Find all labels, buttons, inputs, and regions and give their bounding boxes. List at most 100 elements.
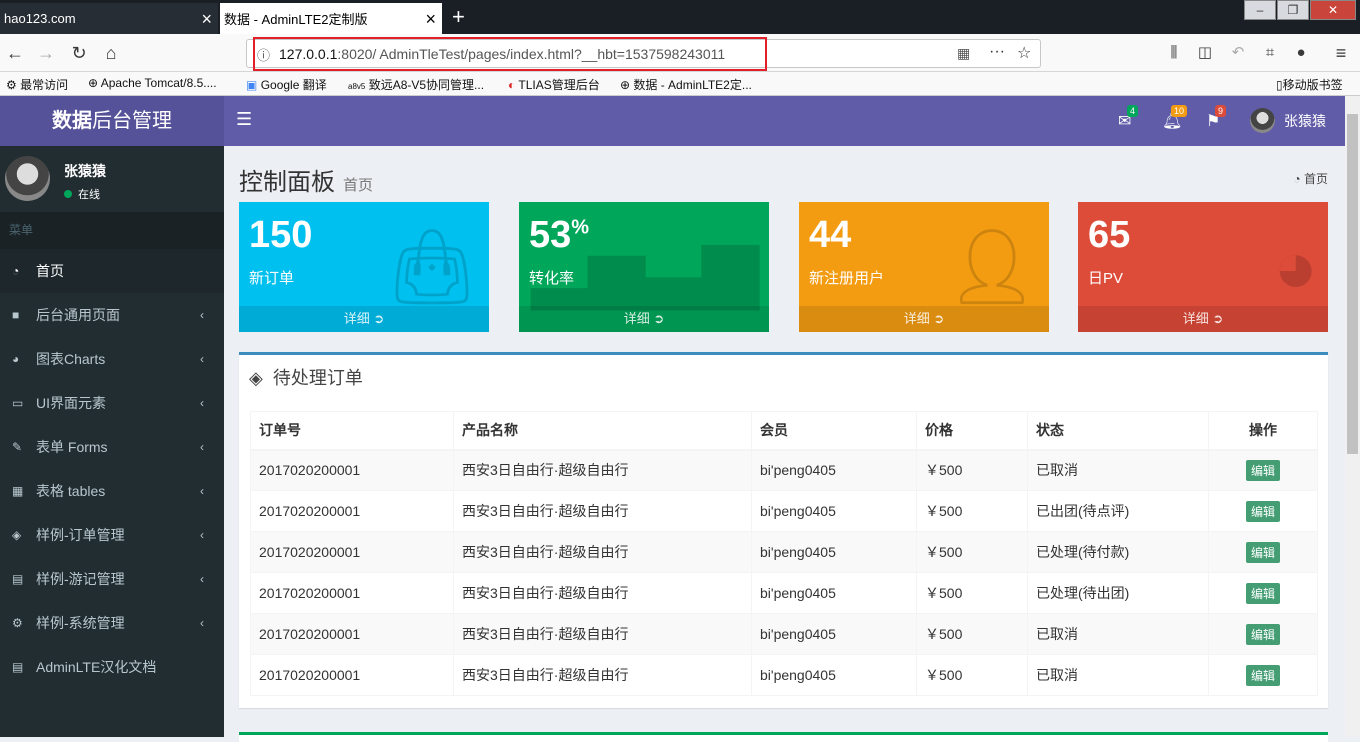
edit-button[interactable]: 编辑	[1245, 623, 1280, 645]
mail-icon[interactable]: ✉ 4	[1118, 105, 1139, 131]
table-cell: bi'peng0405	[751, 572, 917, 614]
chevron-left-icon: ‹	[200, 396, 204, 410]
more-icon[interactable]: ···	[989, 43, 1005, 61]
crop-icon[interactable]: ⌗	[1257, 40, 1283, 66]
laptop-icon: ▭	[12, 396, 24, 410]
home-icon[interactable]: ⌂	[98, 40, 124, 66]
sidebar-icon[interactable]: ◫	[1192, 40, 1218, 66]
chat-icon[interactable]: ●	[1288, 40, 1314, 66]
sidebar-item-common-pages[interactable]: ■ 后台通用页面 ‹	[0, 293, 224, 337]
table-cell: 已处理(待出团)	[1027, 572, 1209, 614]
action-cell: 编辑	[1208, 449, 1318, 491]
chevron-left-icon: ‹	[200, 572, 204, 586]
more-info-link[interactable]: 详细 ➲	[239, 306, 489, 332]
breadcrumb[interactable]: ◔ 首页	[1293, 170, 1328, 187]
mobile-bookmarks[interactable]: ▯移动版书签	[1276, 76, 1343, 93]
stat-label: 日PV	[1088, 270, 1124, 287]
book-icon: ▤	[12, 572, 24, 586]
flag-icon[interactable]: ⚑ 9	[1206, 105, 1227, 131]
table-cell: bi'peng0405	[751, 449, 917, 491]
page-title: 控制面板 首页	[239, 169, 374, 196]
more-info-link[interactable]: 详细 ➲	[1078, 306, 1328, 332]
folder-icon: ■	[12, 308, 20, 322]
maximize-button[interactable]: ❐	[1277, 0, 1309, 20]
bell-icon[interactable]: 🔔︎ 10	[1162, 105, 1188, 131]
bookmark-item[interactable]: ⚙ 最常访问	[6, 76, 68, 93]
edit-button[interactable]: 编辑	[1245, 500, 1280, 522]
sidebar-item-ui[interactable]: ▭ UI界面元素 ‹	[0, 381, 224, 425]
chevron-left-icon: ‹	[200, 308, 204, 322]
bell-badge: 10	[1171, 105, 1188, 117]
table-cell: ￥500	[916, 490, 1028, 532]
bookmark-item[interactable]: ⊕ Apache Tomcat/8.5....	[88, 76, 217, 90]
page-scrollbar[interactable]	[1345, 96, 1360, 737]
table-cell: 已处理(待付款)	[1027, 531, 1209, 573]
minimize-button[interactable]: –	[1244, 0, 1276, 20]
table-cell: 2017020200001	[250, 490, 454, 532]
tab-label: 数据 - AdminLTE2定制版	[224, 12, 368, 27]
bookmark-item[interactable]: a8v5 致远A8-V5协同管理...	[348, 76, 484, 93]
avatar	[5, 156, 50, 201]
back-icon[interactable]: ←	[2, 40, 28, 66]
edit-button[interactable]: 编辑	[1245, 582, 1280, 604]
chevron-left-icon: ‹	[200, 528, 204, 542]
sidebar-user-name: 张猿猿	[64, 163, 106, 179]
user-menu[interactable]: 张猿猿	[1250, 108, 1326, 133]
scrollbar-thumb[interactable]	[1347, 114, 1358, 454]
table-row: 2017020200001 西安3日自由行·超级自由行 bi'peng0405 ￥50…	[250, 654, 1318, 696]
bookmark-item[interactable]: ⊕ 数据 - AdminLTE2定...	[620, 76, 752, 93]
close-icon[interactable]: ×	[425, 10, 436, 28]
undo-icon[interactable]: ↶	[1225, 40, 1251, 66]
content-area: 控制面板 首页 ◔ 首页 150 新订单 👜︎ 详细 ➲ 53% 转化率 ▂▅▃▆…	[224, 146, 1345, 742]
browser-navbar: ← → ↻ ⌂ ⓘ 127.0.0.1:8020/ AdminTleTest/p…	[0, 34, 1360, 72]
app-logo[interactable]: 数据后台管理	[0, 96, 224, 146]
close-window-button[interactable]: ✕	[1310, 0, 1356, 20]
close-icon[interactable]: ×	[201, 10, 212, 28]
table-cell: bi'peng0405	[751, 613, 917, 655]
browser-tab-hao123[interactable]: hao123.com ×	[0, 3, 218, 34]
qr-code-icon[interactable]: ▦	[957, 45, 970, 62]
sidebar-item-forms[interactable]: ✎ 表单 Forms ‹	[0, 425, 224, 469]
sidebar-toggle-icon[interactable]: ☰	[236, 109, 252, 130]
browser-tab-admin[interactable]: 数据 - AdminLTE2定制版 ×	[220, 3, 442, 34]
stat-value: 150	[249, 214, 313, 256]
sidebar-item-orders[interactable]: ◈ 样例-订单管理 ‹	[0, 513, 224, 557]
table-cell: 已取消	[1027, 613, 1209, 655]
status-dot-icon	[64, 190, 72, 198]
sidebar-item-home[interactable]: ◔ 首页	[0, 249, 224, 293]
address-bar[interactable]: ⓘ 127.0.0.1:8020/ AdminTleTest/pages/ind…	[246, 37, 1041, 71]
reload-icon[interactable]: ↻	[66, 40, 92, 66]
new-tab-icon[interactable]: +	[452, 4, 465, 30]
bookmark-item[interactable]: ◐ TLIAS管理后台	[508, 76, 600, 93]
forward-icon[interactable]: →	[33, 40, 59, 66]
table-cell: 西安3日自由行·超级自由行	[453, 490, 752, 532]
stat-value: 65	[1088, 214, 1131, 256]
sidebar-item-charts[interactable]: ◕ 图表Charts ‹	[0, 337, 224, 381]
table-cell: 已出团(待点评)	[1027, 490, 1209, 532]
table-cell: 西安3日自由行·超级自由行	[453, 449, 752, 491]
more-info-link[interactable]: 详细 ➲	[799, 306, 1049, 332]
bookmark-item[interactable]: ▣ Google 翻译	[246, 76, 327, 93]
table-cell: 西安3日自由行·超级自由行	[453, 531, 752, 573]
library-icon[interactable]: ⫼	[1161, 40, 1187, 66]
edit-icon: ✎	[12, 440, 23, 454]
sidebar-item-docs[interactable]: ▤ AdminLTE汉化文档	[0, 645, 224, 689]
edit-button[interactable]: 编辑	[1245, 541, 1280, 563]
table-cell: ￥500	[916, 449, 1028, 491]
sidebar-item-system[interactable]: ⚙ 样例-系统管理 ‹	[0, 601, 224, 645]
more-info-link[interactable]: 详细 ➲	[519, 306, 769, 332]
table-cell: bi'peng0405	[751, 531, 917, 573]
edit-button[interactable]: 编辑	[1245, 664, 1280, 686]
sidebar-item-travel-notes[interactable]: ▤ 样例-游记管理 ‹	[0, 557, 224, 601]
window-controls: – ❐ ✕	[1243, 0, 1356, 20]
table-cell: ￥500	[916, 572, 1028, 614]
browser-tab-strip: hao123.com × 数据 - AdminLTE2定制版 × + – ❐ ✕	[0, 0, 1360, 34]
table-cell: ￥500	[916, 654, 1028, 696]
sidebar-item-tables[interactable]: ▦ 表格 tables ‹	[0, 469, 224, 513]
edit-button[interactable]: 编辑	[1245, 459, 1280, 481]
star-icon[interactable]: ☆	[1017, 43, 1031, 63]
table-header-row: 订单号 产品名称 会员 价格 状态 操作	[250, 411, 1318, 451]
stat-box-conversion: 53% 转化率 ▂▅▃▆ 详细 ➲	[519, 202, 769, 332]
avatar	[1250, 108, 1275, 133]
menu-icon[interactable]: ≡	[1328, 40, 1354, 66]
